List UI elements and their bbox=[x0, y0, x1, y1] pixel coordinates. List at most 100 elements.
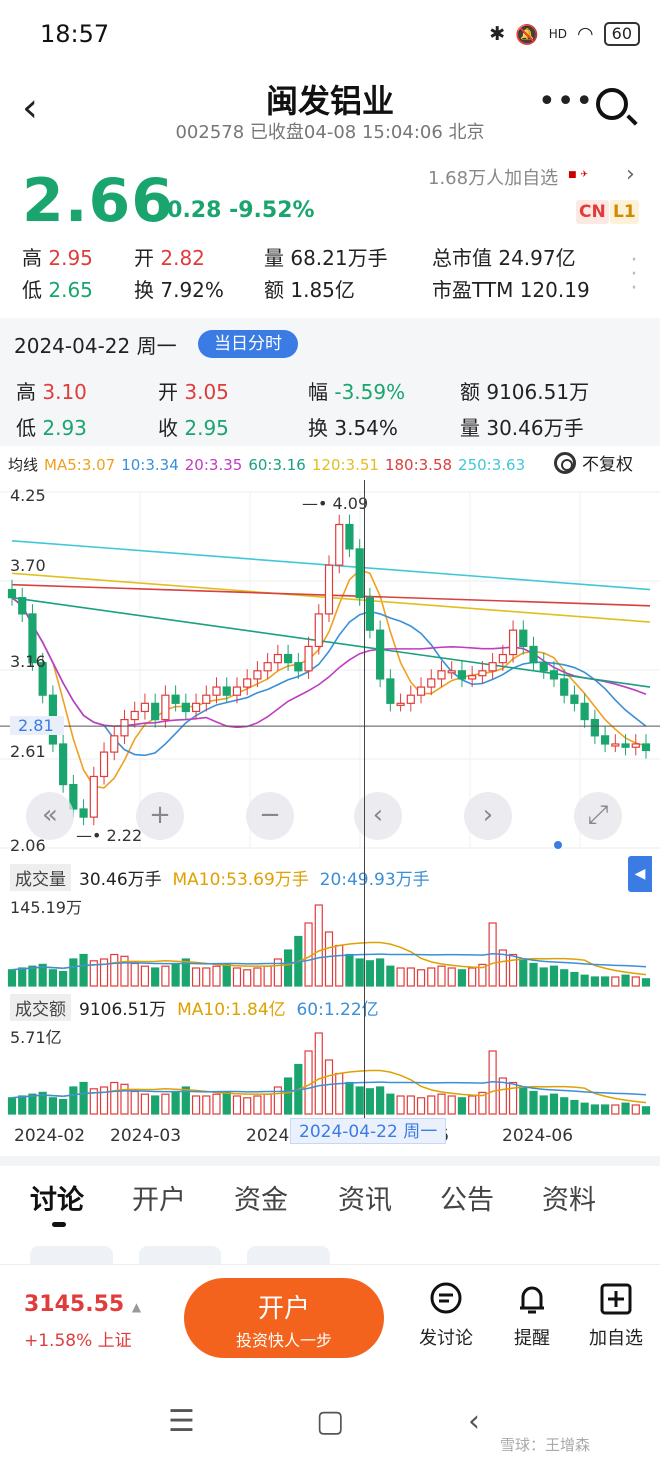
change-pct: -9.52% bbox=[229, 198, 315, 223]
volume-bar bbox=[519, 1086, 528, 1115]
volume-bar bbox=[243, 969, 252, 987]
low-stat: 低 2.65 bbox=[22, 278, 93, 302]
volume-bar bbox=[590, 1104, 599, 1115]
home-icon[interactable]: ▢ bbox=[316, 1404, 344, 1439]
volume-bar bbox=[427, 967, 436, 987]
volume-bar bbox=[59, 970, 68, 987]
candle bbox=[140, 702, 150, 713]
y-tick: 3.70 bbox=[10, 556, 46, 575]
watchers-count[interactable]: 1.68万人加自选 bbox=[428, 164, 558, 190]
next-button[interactable]: › bbox=[464, 792, 512, 840]
l1-badge: L1 bbox=[610, 200, 639, 224]
volume-bar bbox=[232, 1095, 242, 1115]
volume-bar bbox=[130, 1090, 139, 1115]
day-turnover: 换 3.54% bbox=[308, 416, 398, 440]
candle bbox=[232, 686, 242, 696]
candle bbox=[488, 662, 497, 672]
crosshair-date: 2024-04-22 周一 bbox=[290, 1118, 447, 1144]
volume-bar bbox=[120, 955, 129, 987]
candle bbox=[396, 702, 405, 706]
volume-bar bbox=[69, 958, 78, 987]
ma-legend: 均线 MA5:3.07 10:3.34 20:3.35 60:3.16 120:3.51 1… bbox=[8, 454, 531, 475]
tab-discussion[interactable]: 讨论 bbox=[30, 1178, 84, 1217]
candle bbox=[519, 629, 528, 648]
turnover-stat: 换 7.92% bbox=[134, 278, 224, 302]
adjust-label: 不复权 bbox=[582, 455, 633, 475]
volume-bar bbox=[304, 1050, 313, 1115]
volume-bar bbox=[549, 965, 559, 987]
volume-bar bbox=[529, 1090, 538, 1115]
side-collapse-button[interactable]: ◀ bbox=[628, 856, 652, 892]
volume-bar bbox=[263, 1093, 272, 1115]
volume-bar bbox=[549, 1093, 559, 1115]
volume-bar bbox=[427, 1095, 436, 1115]
volume-bar bbox=[365, 1088, 375, 1115]
open-account-sub: 投资快人一步 bbox=[235, 1331, 332, 1350]
volume-bar bbox=[212, 1093, 221, 1115]
volume-bar bbox=[232, 967, 242, 987]
search-icon[interactable] bbox=[596, 88, 628, 120]
volume-bar bbox=[161, 1093, 170, 1115]
intraday-button[interactable]: 当日分时 bbox=[198, 330, 298, 358]
post-discussion-button[interactable]: 发讨论 bbox=[406, 1282, 486, 1350]
tab-announcements[interactable]: 公告 bbox=[440, 1178, 494, 1217]
candle bbox=[611, 743, 620, 747]
day-amount: 额 9106.51万 bbox=[460, 380, 590, 404]
zoom-out-button[interactable]: − bbox=[246, 792, 294, 840]
volume-bar bbox=[376, 958, 385, 987]
cursor-price: 2.81 bbox=[10, 716, 64, 735]
volume-bar bbox=[222, 1091, 231, 1115]
high-stat: 高 2.95 bbox=[22, 246, 93, 270]
add-watchlist-button[interactable]: 加自选 bbox=[576, 1282, 656, 1350]
prev-button[interactable]: ‹ bbox=[354, 792, 402, 840]
volume-bar bbox=[355, 958, 364, 987]
volume-chart[interactable] bbox=[0, 894, 660, 990]
volume-bar bbox=[396, 967, 405, 987]
volume-bar bbox=[130, 962, 139, 987]
ma-item: 20:3.35 bbox=[184, 456, 243, 474]
back-nav-icon[interactable]: ‹ bbox=[468, 1404, 480, 1439]
x-tick: 2024-03 bbox=[110, 1126, 182, 1146]
candle bbox=[416, 686, 426, 696]
ma-item: 60:3.16 bbox=[248, 456, 306, 474]
amount-chart[interactable] bbox=[0, 1022, 660, 1118]
candle bbox=[427, 678, 436, 688]
cn-badge: CN bbox=[576, 200, 609, 224]
tab-account[interactable]: 开户 bbox=[132, 1178, 186, 1217]
volume-bar bbox=[79, 953, 88, 987]
candle bbox=[539, 662, 548, 672]
volume-bar bbox=[202, 967, 211, 987]
adjust-toggle[interactable]: 不复权 bbox=[554, 450, 633, 475]
ma-item: 120:3.51 bbox=[311, 456, 379, 474]
open-account-button[interactable]: 开户 投资快人一步 bbox=[184, 1278, 384, 1358]
volume-bar bbox=[151, 1095, 160, 1115]
volume-bar bbox=[611, 976, 620, 987]
index-value[interactable]: 3145.55 ▲ bbox=[24, 1292, 141, 1317]
candle bbox=[89, 775, 98, 818]
ma-item: 250:3.63 bbox=[458, 456, 526, 474]
volume-bar bbox=[222, 963, 231, 987]
volume-bar bbox=[406, 1095, 415, 1115]
fullscreen-icon[interactable]: ⤢ bbox=[574, 792, 622, 840]
menu-icon[interactable]: ☰ bbox=[168, 1404, 195, 1439]
rewind-button[interactable]: « bbox=[26, 792, 74, 840]
candle bbox=[345, 523, 354, 550]
signal-icon: HD bbox=[548, 27, 568, 41]
volume-bar bbox=[376, 1086, 385, 1115]
candle bbox=[498, 653, 507, 664]
tab-profile[interactable]: 资料 bbox=[542, 1178, 596, 1217]
ma-item: MA5:3.07 bbox=[44, 456, 116, 474]
zoom-in-button[interactable]: + bbox=[136, 792, 184, 840]
more-icon[interactable]: ••• bbox=[538, 84, 594, 119]
reminder-button[interactable]: 提醒 bbox=[492, 1282, 572, 1350]
tab-news[interactable]: 资讯 bbox=[338, 1178, 392, 1217]
chevron-right-icon[interactable]: › bbox=[626, 162, 635, 187]
ma-label: 均线 bbox=[8, 456, 39, 474]
open-stat: 开 2.82 bbox=[134, 246, 205, 270]
expand-dots-icon[interactable]: · · · bbox=[630, 250, 638, 300]
candle bbox=[283, 653, 293, 664]
tab-funds[interactable]: 资金 bbox=[234, 1178, 288, 1217]
kline-chart[interactable] bbox=[0, 478, 660, 858]
volume-bar bbox=[151, 967, 160, 987]
change-value: -0.28 bbox=[158, 198, 222, 223]
